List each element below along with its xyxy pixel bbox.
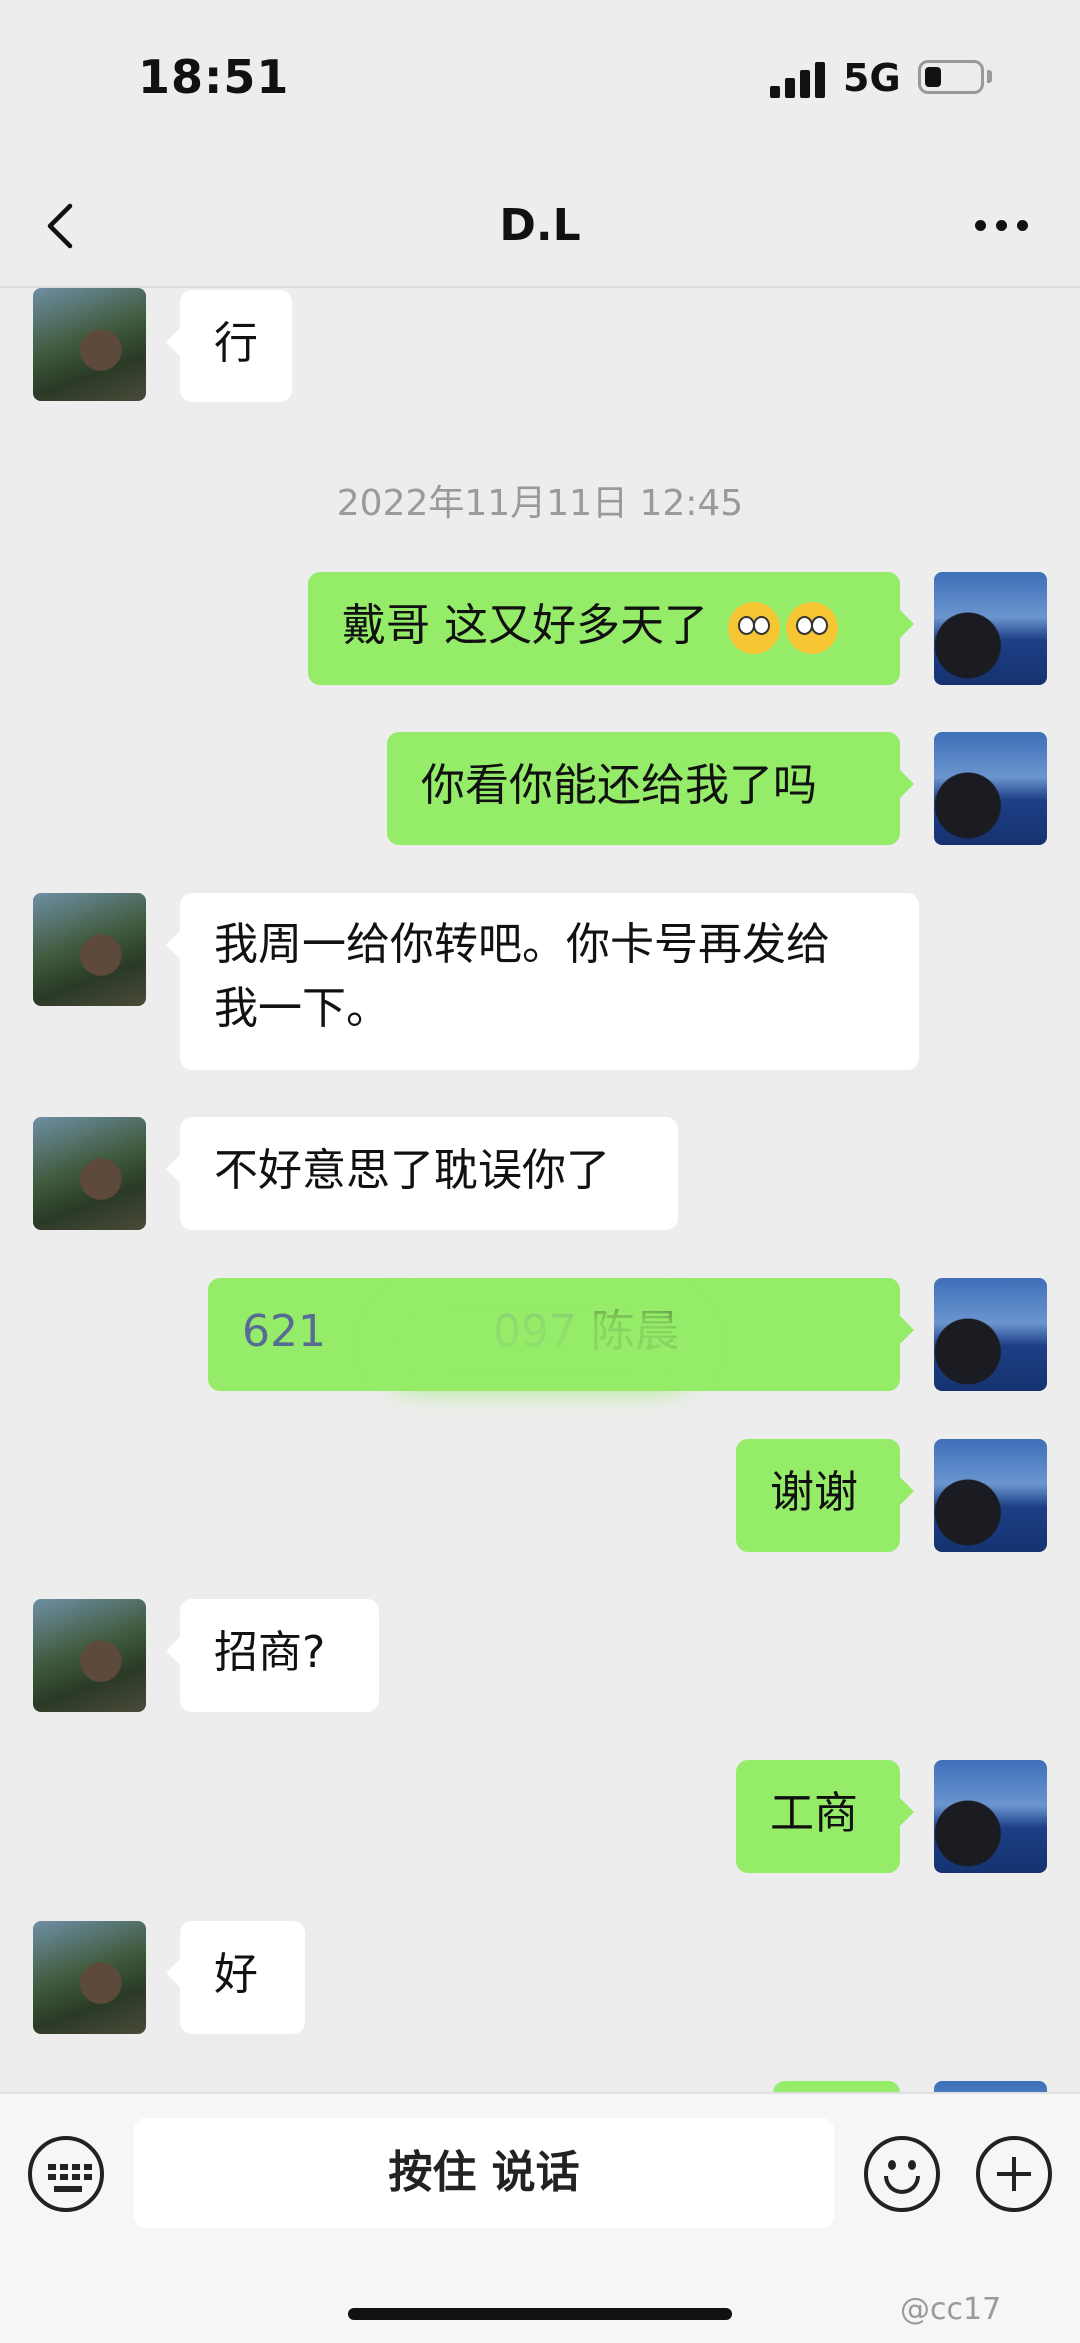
message-bubble-incoming[interactable]: 招商? <box>166 1599 379 1712</box>
more-actions-plus-icon[interactable] <box>976 2136 1052 2212</box>
my-avatar[interactable] <box>934 2081 1047 2092</box>
message-text: 招商? <box>214 1627 326 1678</box>
message-text: 好 <box>214 1949 258 2000</box>
message-text: 谢谢 <box>770 1467 858 1518</box>
keyboard-icon[interactable] <box>28 2136 104 2212</box>
contact-avatar[interactable] <box>33 1117 146 1230</box>
message-bubble-outgoing[interactable]: 工商 <box>736 1760 914 1873</box>
my-avatar[interactable] <box>934 732 1047 845</box>
message-bubble-incoming[interactable]: 行 <box>166 290 292 402</box>
message-timestamp: 2022年11月11日 12:45 <box>336 483 744 524</box>
more-options-icon[interactable] <box>975 220 1029 234</box>
contact-avatar[interactable] <box>33 1599 146 1712</box>
contact-avatar[interactable] <box>33 893 146 1006</box>
watermark: @cc17 <box>900 2292 1002 2327</box>
message-bubble-incoming[interactable]: 不好意思了耽误你了 <box>166 1117 678 1230</box>
message-bubble-outgoing[interactable]: 戴哥 这又好多天了 <box>308 572 914 685</box>
contact-avatar[interactable] <box>33 1921 146 2034</box>
message-text: 工商 <box>770 1788 858 1839</box>
my-avatar[interactable] <box>934 1760 1047 1873</box>
battery-icon <box>918 60 984 94</box>
chat-header: D.L <box>0 160 1080 288</box>
message-list[interactable]: 行 2022年11月11日 12:45 戴哥 这又好多天了 你看你能还给我了吗 … <box>0 288 1080 2092</box>
message-text-line: 我周一给你转吧。你卡号再发给 <box>214 919 830 970</box>
chat-title: D.L <box>499 200 581 251</box>
home-indicator[interactable] <box>348 2308 732 2320</box>
flushed-face-icon <box>728 602 780 654</box>
network-type: 5G <box>843 56 901 100</box>
redaction-blur <box>380 1298 700 1388</box>
message-text: 不好意思了耽误你了 <box>214 1145 610 1196</box>
emoji-icon[interactable] <box>864 2136 940 2212</box>
message-bubble-incoming[interactable]: 好 <box>166 1921 305 2034</box>
my-avatar[interactable] <box>934 572 1047 685</box>
message-text-line: 我一下。 <box>214 983 390 1034</box>
signal-icon <box>770 60 826 98</box>
message-text: 行 <box>214 318 258 369</box>
message-bubble-outgoing[interactable] <box>773 2081 900 2092</box>
message-bubble-incoming[interactable]: 我周一给你转吧。你卡号再发给 我一下。 <box>166 893 919 1070</box>
message-text: 戴哥 这又好多天了 <box>342 600 708 651</box>
message-text: 你看你能还给我了吗 <box>421 760 817 811</box>
message-bubble-outgoing[interactable]: 你看你能还给我了吗 <box>387 732 914 845</box>
contact-avatar[interactable] <box>33 288 146 401</box>
battery-tip <box>987 70 992 83</box>
status-bar: 18:51 5G <box>0 0 1080 160</box>
status-time: 18:51 <box>138 50 290 104</box>
my-avatar[interactable] <box>934 1439 1047 1552</box>
flushed-face-icon <box>786 602 838 654</box>
my-avatar[interactable] <box>934 1278 1047 1391</box>
message-bubble-outgoing[interactable]: 谢谢 <box>736 1439 914 1552</box>
hold-to-talk-button[interactable]: 按住 说话 <box>134 2118 834 2228</box>
